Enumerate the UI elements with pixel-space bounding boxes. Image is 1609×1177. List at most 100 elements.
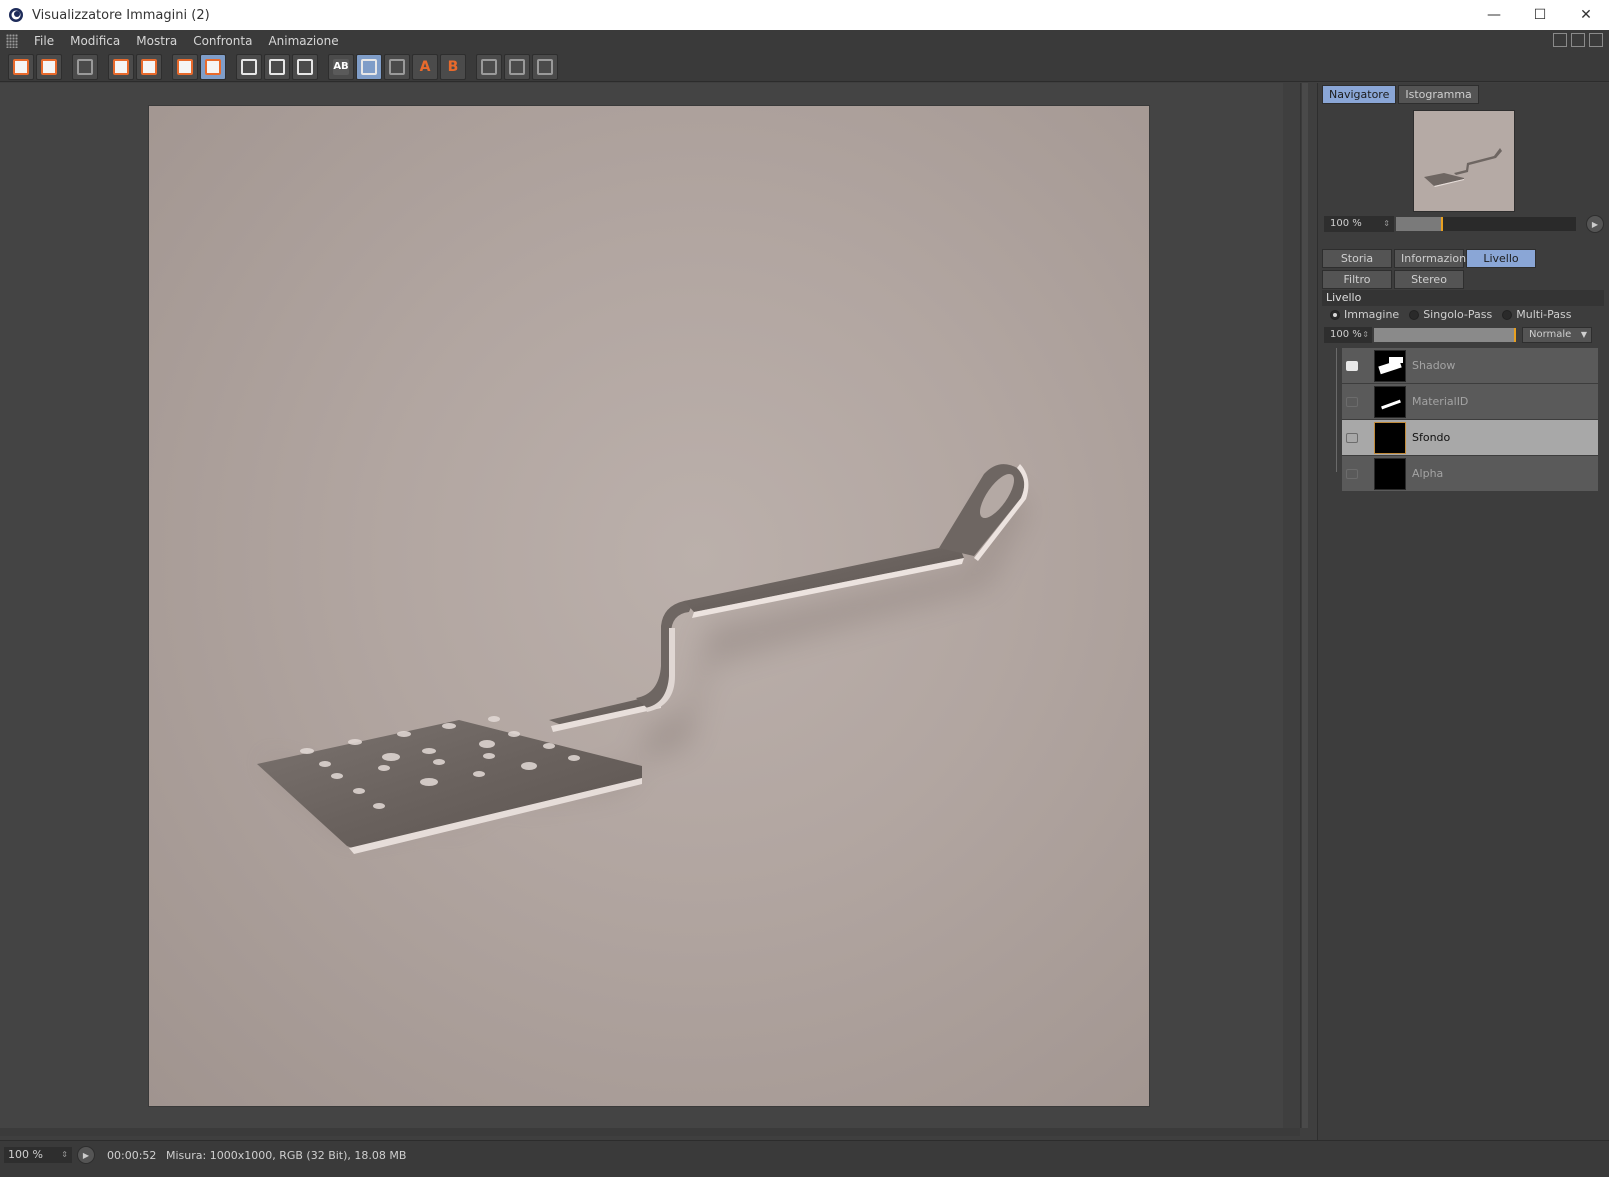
image-viewport[interactable] xyxy=(0,83,1283,1128)
navigator-zoom-slider[interactable] xyxy=(1396,217,1576,231)
window-controls: — ☐ ✕ xyxy=(1471,0,1609,30)
play-icon[interactable]: ▶ xyxy=(77,1146,95,1164)
grid-3-button[interactable] xyxy=(504,53,530,80)
tab-filter[interactable]: Filtro xyxy=(1322,270,1392,289)
layer-section-heading: Livello xyxy=(1322,290,1604,306)
navigator-zoom-marker[interactable] xyxy=(1441,217,1443,231)
window-title: Visualizzatore Immagini (2) xyxy=(32,7,210,23)
horizontal-scrollbar[interactable] xyxy=(0,1128,1300,1136)
blend-mode-select[interactable]: Normale ▼ xyxy=(1522,327,1592,343)
status-bar: 100 % ⇕ ▶ 00:00:52 Misura: 1000x1000, RGB… xyxy=(0,1140,1609,1177)
compare-ab-dim-button[interactable] xyxy=(384,53,410,80)
crop-button[interactable] xyxy=(108,53,134,80)
compare-swap-button[interactable] xyxy=(356,53,382,80)
layer-item-shadow[interactable]: Shadow xyxy=(1342,348,1598,383)
navigator-thumbnail[interactable] xyxy=(1413,110,1515,212)
spinner-icon[interactable]: ⇕ xyxy=(1362,327,1369,343)
bracket-render-image xyxy=(257,464,1029,854)
region-c-button[interactable] xyxy=(292,53,318,80)
title-bar: Visualizzatore Immagini (2) — ☐ ✕ xyxy=(0,0,1609,30)
menu-confronta[interactable]: Confronta xyxy=(185,30,260,52)
opacity-slider[interactable] xyxy=(1374,328,1516,342)
navigator-preview-image xyxy=(1424,148,1502,187)
user-button[interactable] xyxy=(136,53,162,80)
open-button[interactable] xyxy=(8,53,34,80)
grid-icon xyxy=(77,58,93,75)
menu-file[interactable]: File xyxy=(26,30,62,52)
side-panel: Navigatore Istogramma 100 % ⇕ ▶ Storia In… xyxy=(1317,83,1609,1145)
radio-single-pass[interactable] xyxy=(1409,309,1420,320)
compare-ab-icon: AB xyxy=(333,58,349,75)
grid-2-icon xyxy=(481,58,497,75)
region-b-button[interactable] xyxy=(264,53,290,80)
menu-modifica[interactable]: Modifica xyxy=(62,30,128,52)
set-b-icon: B xyxy=(447,58,459,75)
maximize-button[interactable]: ☐ xyxy=(1517,0,1563,30)
layer-name: Shadow xyxy=(1412,359,1456,372)
layer-item-alpha[interactable]: Alpha xyxy=(1342,456,1598,491)
tab-navigator[interactable]: Navigatore xyxy=(1322,85,1397,104)
radio-image[interactable] xyxy=(1330,309,1340,320)
menu-mostra[interactable]: Mostra xyxy=(128,30,185,52)
layer-active-button[interactable] xyxy=(200,53,226,80)
open-icon xyxy=(13,58,29,75)
user-icon xyxy=(141,58,157,75)
grid-2-button[interactable] xyxy=(476,53,502,80)
eye-icon[interactable] xyxy=(1346,432,1358,443)
set-a-button[interactable]: A xyxy=(412,53,438,80)
panel-tabs: Storia Informazioni Livello Filtro Stere… xyxy=(1322,249,1542,291)
tab-history[interactable]: Storia xyxy=(1322,249,1392,268)
spinner-icon[interactable]: ⇕ xyxy=(1383,216,1390,232)
set-b-button[interactable]: B xyxy=(440,53,466,80)
menu-bar: File Modifica Mostra Confronta Animazion… xyxy=(0,30,1609,52)
layer-stack-icon xyxy=(177,58,193,75)
layer-name: Alpha xyxy=(1412,467,1444,480)
save-button[interactable] xyxy=(36,53,62,80)
compare-ab-button[interactable]: AB xyxy=(328,53,354,80)
eye-icon[interactable] xyxy=(1346,468,1358,479)
cinema4d-logo-icon xyxy=(9,8,23,22)
layer-tree-line xyxy=(1336,348,1337,472)
set-a-icon: A xyxy=(419,58,431,75)
layer-mode-radios: Immagine Singolo-Pass Multi-Pass xyxy=(1324,308,1571,321)
vertical-scroll-thumb[interactable] xyxy=(1302,83,1308,1128)
opacity-input[interactable]: 100 % ⇕ xyxy=(1324,327,1372,343)
grip-icon[interactable] xyxy=(6,34,18,48)
status-zoom-input[interactable]: 100 % ⇕ xyxy=(4,1147,72,1163)
navigator-tabs: Navigatore Istogramma xyxy=(1322,85,1479,104)
tab-layer[interactable]: Livello xyxy=(1466,249,1536,268)
crop-icon xyxy=(113,58,129,75)
layer-item-sfondo[interactable]: Sfondo xyxy=(1342,420,1598,455)
grid-4-button[interactable] xyxy=(532,53,558,80)
opacity-marker[interactable] xyxy=(1514,328,1516,342)
toolbar: AB A B xyxy=(0,52,1609,82)
layout-panel-icon[interactable] xyxy=(1553,33,1567,47)
eye-icon[interactable] xyxy=(1346,360,1358,371)
radio-image-label: Immagine xyxy=(1344,308,1400,321)
play-icon[interactable]: ▶ xyxy=(1586,215,1604,233)
region-a-icon xyxy=(241,58,257,75)
layout-expand-icon[interactable] xyxy=(1571,33,1585,47)
menu-animazione[interactable]: Animazione xyxy=(260,30,346,52)
navigator-zoom-value: 100 % xyxy=(1330,218,1362,229)
close-button[interactable]: ✕ xyxy=(1563,0,1609,30)
region-c-icon xyxy=(297,58,313,75)
blend-mode-value: Normale xyxy=(1529,329,1572,340)
tab-histogram[interactable]: Istogramma xyxy=(1398,85,1479,104)
region-a-button[interactable] xyxy=(236,53,262,80)
eye-icon[interactable] xyxy=(1346,396,1358,407)
navigator-zoom-input[interactable]: 100 % ⇕ xyxy=(1324,216,1394,232)
tab-info[interactable]: Informazioni xyxy=(1394,249,1469,268)
radio-multi-pass[interactable] xyxy=(1502,309,1513,320)
image-info: Misura: 1000x1000, RGB (32 Bit), 18.08 M… xyxy=(166,1149,407,1162)
grid-button[interactable] xyxy=(72,53,98,80)
layer-stack-button[interactable] xyxy=(172,53,198,80)
vertical-scrollbar[interactable] xyxy=(1300,83,1308,1128)
layout-controls xyxy=(1553,33,1603,47)
tab-stereo[interactable]: Stereo xyxy=(1394,270,1464,289)
spinner-icon[interactable]: ⇕ xyxy=(61,1147,68,1163)
minimize-button[interactable]: — xyxy=(1471,0,1517,30)
layout-move-icon[interactable] xyxy=(1589,33,1603,47)
grid-4-icon xyxy=(537,58,553,75)
layer-item-materialid[interactable]: MaterialID xyxy=(1342,384,1598,419)
